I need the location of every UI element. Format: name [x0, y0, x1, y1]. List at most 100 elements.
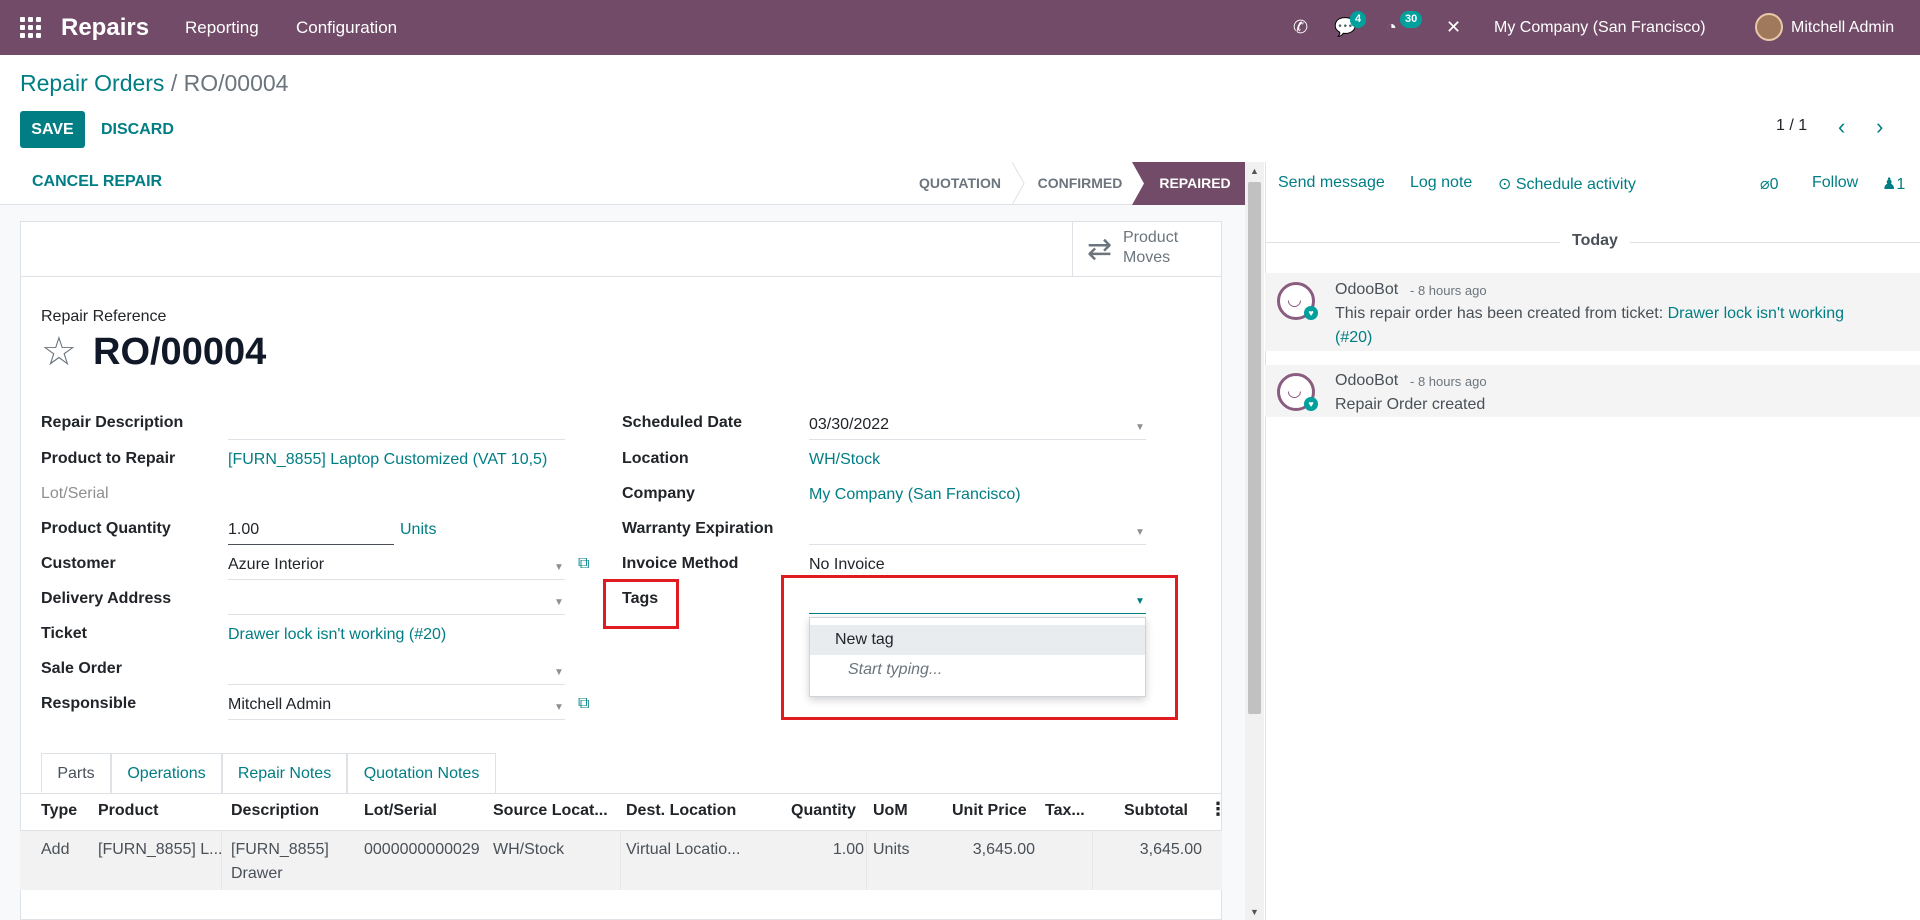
menu-configuration[interactable]: Configuration [296, 0, 397, 55]
sale-order-label: Sale Order [41, 660, 122, 677]
col-header-taxes[interactable]: Tax... [1045, 802, 1085, 820]
ticket-link-number[interactable]: (#20) [1335, 329, 1372, 346]
messages-icon[interactable]: 💬 [1334, 0, 1356, 55]
user-icon: ♟ [1882, 176, 1897, 193]
attachments-button[interactable]: ⌀0 [1760, 174, 1779, 194]
paperclip-icon: ⌀ [1760, 176, 1770, 193]
ticket-value[interactable]: Drawer lock isn't working (#20) [228, 626, 446, 644]
company-value[interactable]: My Company (San Francisco) [809, 486, 1021, 504]
column-divider [620, 830, 621, 890]
product-uom-value[interactable]: Units [400, 521, 436, 539]
col-header-quantity[interactable]: Quantity [791, 802, 856, 820]
company-switcher[interactable]: My Company (San Francisco) [1494, 0, 1706, 55]
scroll-down-icon[interactable]: ▼ [1250, 907, 1259, 917]
app-name[interactable]: Repairs [61, 0, 149, 55]
pager-next-icon[interactable]: › [1876, 114, 1883, 140]
tags-input[interactable] [809, 613, 1146, 614]
priority-star-icon[interactable]: ☆ [41, 330, 77, 374]
follow-button[interactable]: Follow [1812, 174, 1858, 192]
date-separator: Today [1560, 232, 1630, 250]
delivery-address-field[interactable] [228, 614, 565, 615]
scheduled-date-input[interactable]: 03/30/2022 [809, 416, 889, 434]
optional-columns-icon[interactable]: ⋮ [1209, 799, 1227, 820]
tab-repair-notes[interactable]: Repair Notes [222, 753, 347, 793]
tab-quotation-notes[interactable]: Quotation Notes [347, 753, 496, 793]
breadcrumb-parent[interactable]: Repair Orders [20, 70, 164, 96]
new-tag-option[interactable]: New tag [810, 625, 1145, 655]
cell-lot-serial: 0000000000029 [364, 841, 480, 858]
button-box [20, 221, 1222, 277]
message-author[interactable]: OdooBot [1335, 372, 1398, 390]
log-note-button[interactable]: Log note [1410, 174, 1472, 192]
col-header-uom[interactable]: UoM [873, 802, 908, 820]
sale-order-field[interactable] [228, 684, 565, 685]
menu-reporting[interactable]: Reporting [185, 0, 259, 55]
pager-previous-icon[interactable]: ‹ [1838, 114, 1845, 140]
stage-confirmed[interactable]: CONFIRMED [1025, 162, 1135, 205]
customer-input[interactable]: Azure Interior [228, 556, 324, 574]
invoice-method-value[interactable]: No Invoice [809, 556, 885, 574]
heart-icon: ♥ [1304, 306, 1318, 320]
phone-icon[interactable]: ✆ [1293, 0, 1308, 55]
start-typing-hint: Start typing... [848, 661, 943, 678]
col-header-product[interactable]: Product [98, 802, 158, 820]
customer-external-link-icon[interactable]: ⧉ [578, 555, 589, 573]
product-to-repair-value[interactable]: [FURN_8855] Laptop Customized (VAT 10,5) [228, 451, 547, 469]
message-author[interactable]: OdooBot [1335, 281, 1398, 299]
breadcrumb-current: RO/00004 [183, 70, 289, 96]
column-divider [866, 830, 867, 890]
product-to-repair-label: Product to Repair [41, 450, 176, 467]
delivery-address-dropdown-icon[interactable]: ▼ [554, 597, 564, 608]
tab-parts[interactable]: Parts [41, 753, 111, 793]
location-value[interactable]: WH/Stock [809, 451, 880, 469]
followers-button[interactable]: ♟1 [1882, 174, 1905, 194]
pager-value[interactable]: 1 / 1 [1776, 117, 1807, 135]
breadcrumb-separator: / [170, 70, 178, 96]
apps-menu-icon[interactable] [20, 0, 42, 55]
cancel-repair-button[interactable]: CANCEL REPAIR [32, 173, 162, 191]
col-header-lot-serial[interactable]: Lot/Serial [364, 802, 437, 820]
form-scrollbar-thumb[interactable] [1248, 182, 1261, 714]
smile-icon: ◡ [1287, 381, 1302, 400]
save-button[interactable]: SAVE [20, 111, 85, 148]
tab-operations[interactable]: Operations [111, 753, 222, 793]
col-header-description[interactable]: Description [231, 802, 319, 820]
send-message-button[interactable]: Send message [1278, 174, 1385, 192]
warranty-expiration-field[interactable] [809, 544, 1146, 545]
invoice-method-label: Invoice Method [622, 555, 739, 572]
ticket-link[interactable]: Drawer lock isn't working [1668, 305, 1844, 322]
product-quantity-input[interactable]: 1.00 [228, 521, 259, 539]
tags-dropdown-icon[interactable]: ▼ [1135, 596, 1145, 607]
stage-quotation[interactable]: QUOTATION [905, 162, 1015, 205]
message-date: - 8 hours ago [1410, 374, 1487, 389]
warranty-expiration-dropdown-icon[interactable]: ▼ [1135, 527, 1145, 538]
customer-dropdown-icon[interactable]: ▼ [554, 562, 564, 573]
sale-order-dropdown-icon[interactable]: ▼ [554, 667, 564, 678]
col-header-source-location[interactable]: Source Locat... [493, 802, 608, 820]
col-header-type[interactable]: Type [41, 802, 77, 820]
form-sheet [20, 221, 1222, 920]
user-avatar[interactable] [1755, 13, 1783, 41]
schedule-activity-button[interactable]: ⊙ Schedule activity [1498, 174, 1636, 194]
smile-icon: ◡ [1287, 290, 1302, 309]
discard-button[interactable]: DISCARD [101, 111, 174, 148]
cell-description: [FURN_8855] Drawer [231, 841, 329, 882]
activities-icon[interactable]: ◔ [1386, 0, 1397, 55]
scroll-up-icon[interactable]: ▲ [1250, 166, 1259, 176]
col-header-dest-location[interactable]: Dest. Location [626, 802, 736, 820]
cell-type: Add [41, 841, 70, 858]
top-navbar: Repairs Reporting Configuration ✆ 💬 4 ◔ … [0, 0, 1920, 55]
col-header-subtotal[interactable]: Subtotal [1124, 802, 1188, 820]
responsible-underline [228, 719, 565, 720]
customer-underline [228, 579, 565, 580]
product-quantity-underline [228, 544, 394, 545]
repair-reference-label: Repair Reference [41, 308, 167, 325]
responsible-dropdown-icon[interactable]: ▼ [554, 702, 564, 713]
col-header-unit-price[interactable]: Unit Price [952, 802, 1027, 820]
user-menu[interactable]: Mitchell Admin [1791, 0, 1894, 55]
debug-tools-icon[interactable]: ✕ [1446, 0, 1461, 55]
responsible-input[interactable]: Mitchell Admin [228, 696, 331, 714]
repair-description-field[interactable] [228, 439, 565, 440]
scheduled-date-dropdown-icon[interactable]: ▼ [1135, 422, 1145, 433]
responsible-external-link-icon[interactable]: ⧉ [578, 695, 589, 713]
